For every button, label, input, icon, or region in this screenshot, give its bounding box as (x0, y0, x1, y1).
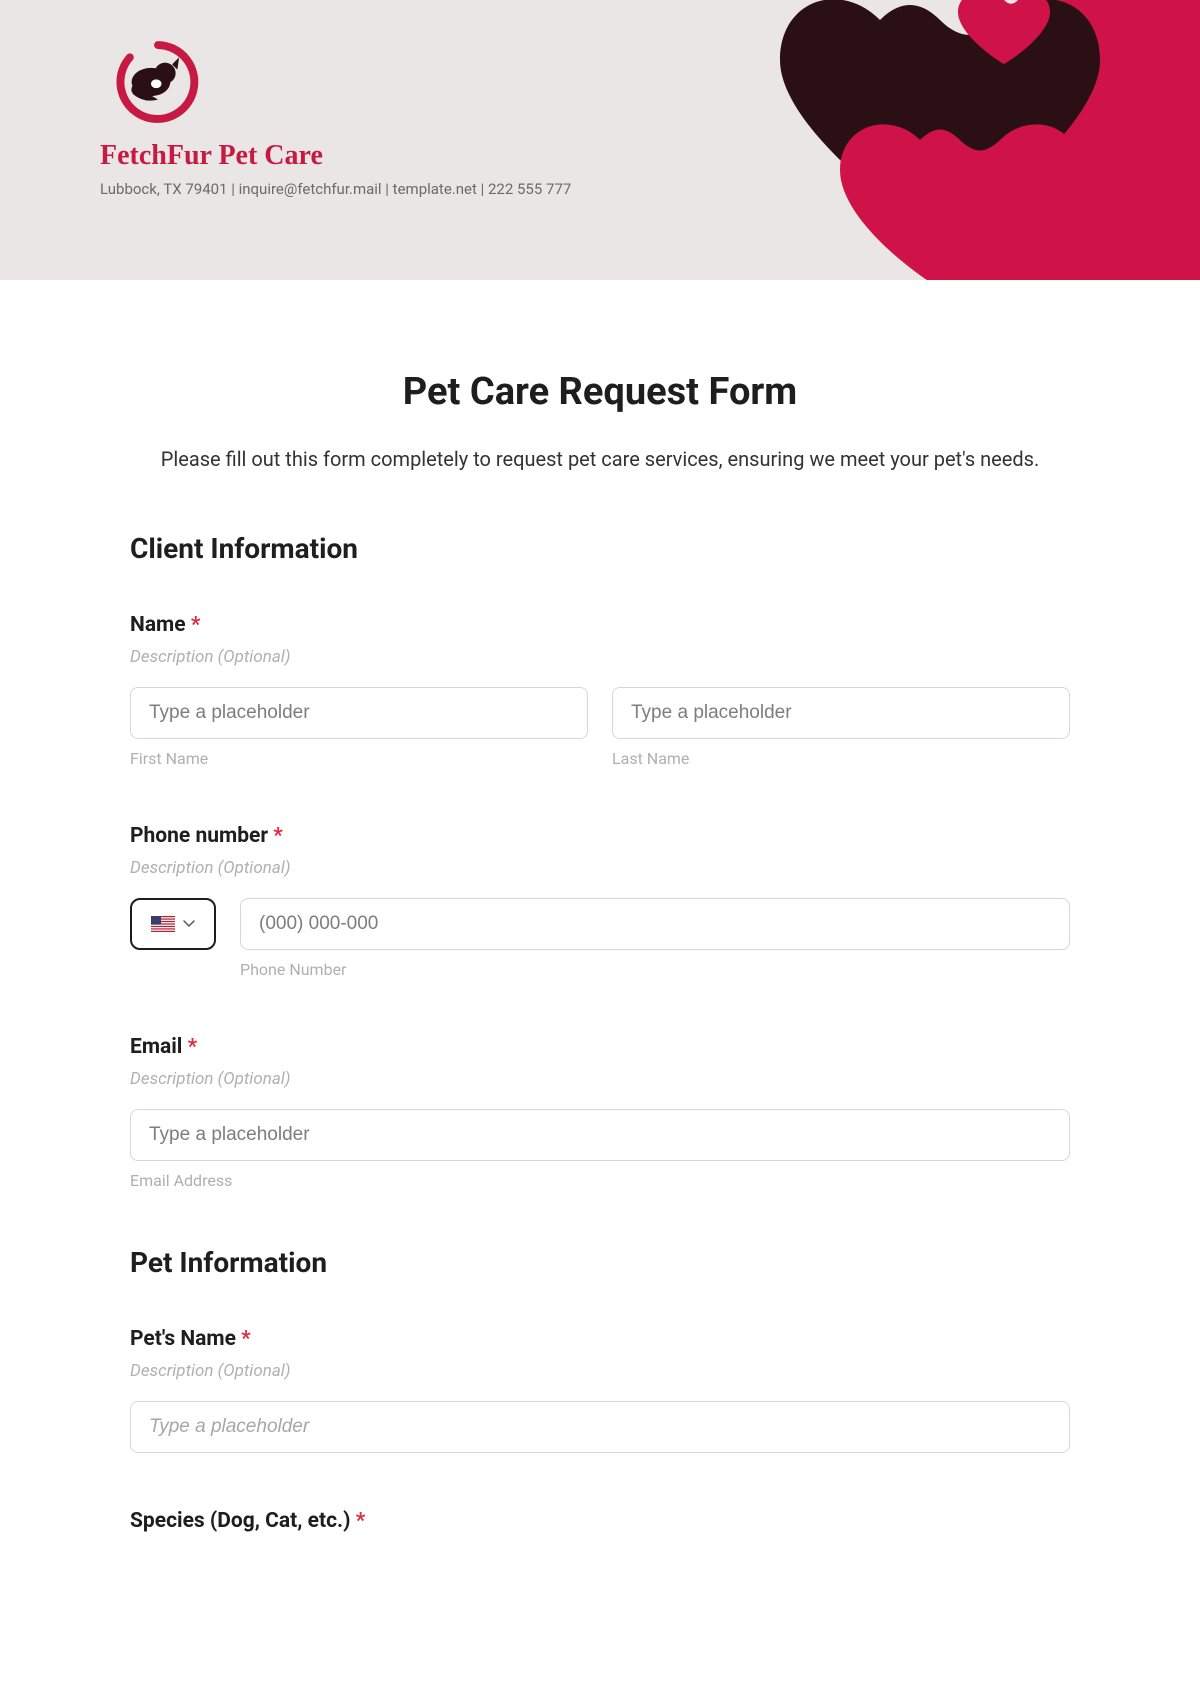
form-intro: Please fill out this form completely to … (130, 442, 1070, 476)
phone-row: Phone Number (130, 898, 1070, 979)
species-label-text: Species (Dog, Cat, etc.) (130, 1509, 350, 1533)
phone-sublabel: Phone Number (240, 960, 1070, 979)
email-input[interactable] (130, 1109, 1070, 1161)
phone-desc: Description (Optional) (130, 858, 1070, 878)
phone-input-col: Phone Number (240, 898, 1070, 979)
last-name-sublabel: Last Name (612, 749, 1070, 768)
first-name-sublabel: First Name (130, 749, 588, 768)
last-name-input[interactable] (612, 687, 1070, 739)
email-label-text: Email (130, 1035, 182, 1059)
section-client-heading: Client Information (130, 532, 1070, 565)
first-name-col: First Name (130, 687, 588, 768)
pet-name-input[interactable] (130, 1401, 1070, 1453)
email-sublabel: Email Address (130, 1171, 1070, 1190)
phone-label-text: Phone number (130, 824, 268, 848)
email-required: * (188, 1035, 198, 1059)
name-desc: Description (Optional) (130, 647, 1070, 667)
section-pet-heading: Pet Information (130, 1246, 1070, 1279)
phone-label: Phone number * (130, 824, 1070, 848)
species-required: * (356, 1509, 366, 1533)
form-content: Pet Care Request Form Please fill out th… (0, 280, 1200, 1583)
first-name-input[interactable] (130, 687, 588, 739)
field-email: Email * Description (Optional) Email Add… (130, 1035, 1070, 1190)
hearts-decoration (700, 0, 1200, 280)
pet-name-label: Pet's Name * (130, 1327, 1070, 1351)
chevron-down-icon (183, 917, 195, 932)
pet-name-label-text: Pet's Name (130, 1327, 236, 1351)
form-title: Pet Care Request Form (130, 370, 1070, 414)
header-banner: FetchFur Pet Care Lubbock, TX 79401 | in… (0, 0, 1200, 280)
pet-name-desc: Description (Optional) (130, 1361, 1070, 1381)
country-code-select[interactable] (130, 898, 216, 950)
field-species: Species (Dog, Cat, etc.) * (130, 1509, 1070, 1533)
name-label-text: Name (130, 613, 186, 637)
last-name-col: Last Name (612, 687, 1070, 768)
email-desc: Description (Optional) (130, 1069, 1070, 1089)
field-pet-name: Pet's Name * Description (Optional) (130, 1327, 1070, 1453)
name-required: * (191, 613, 201, 637)
flag-us-icon (151, 916, 175, 932)
phone-required: * (273, 824, 283, 848)
field-phone: Phone number * Description (Optional) (130, 824, 1070, 979)
pet-name-required: * (241, 1327, 251, 1351)
phone-input[interactable] (240, 898, 1070, 950)
name-label: Name * (130, 613, 1070, 637)
email-label: Email * (130, 1035, 1070, 1059)
name-row: First Name Last Name (130, 687, 1070, 768)
species-label: Species (Dog, Cat, etc.) * (130, 1509, 1070, 1533)
field-name: Name * Description (Optional) First Name… (130, 613, 1070, 768)
